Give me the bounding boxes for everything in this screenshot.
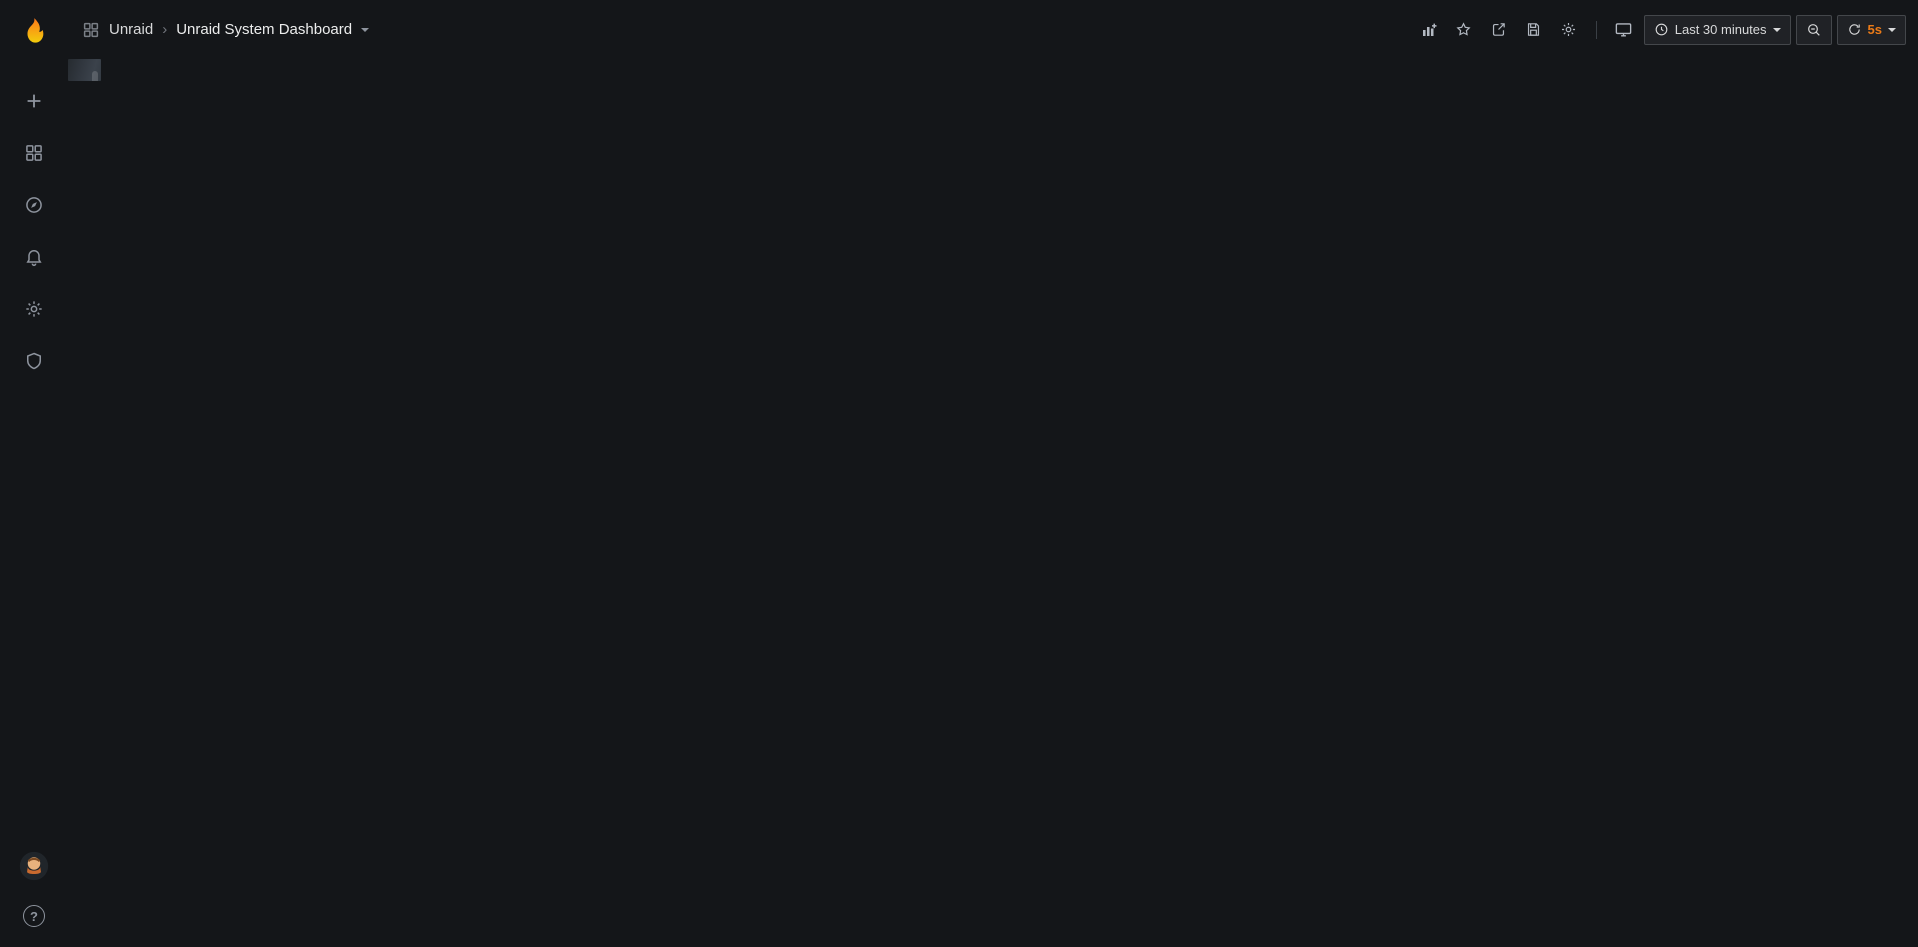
share-icon: [1490, 21, 1507, 38]
alerting-bell-icon[interactable]: [14, 240, 54, 274]
dashboard-settings-button[interactable]: [1554, 15, 1584, 45]
sidebar: ?: [0, 0, 68, 947]
explore-compass-icon[interactable]: [14, 188, 54, 222]
navbar-actions: Last 30 minutes 5s: [1414, 15, 1906, 45]
breadcrumb-separator: ›: [162, 21, 167, 38]
dashboard-dropdown-caret-icon[interactable]: [361, 28, 369, 32]
zoom-out-icon: [1806, 22, 1822, 38]
dashboard-canvas: kWh Price 0.65 Currency kr UPS Max Outpu…: [68, 59, 101, 81]
refresh-caret-icon: [1888, 28, 1896, 32]
page-scrollbar-thumb[interactable]: [92, 71, 98, 81]
flame-icon: [17, 15, 51, 49]
dashboards-icon[interactable]: [14, 136, 54, 170]
monitor-icon: [1614, 20, 1633, 39]
save-icon: [1525, 21, 1542, 38]
refresh-icon: [1847, 22, 1862, 37]
user-avatar[interactable]: [14, 849, 54, 883]
zoom-out-time-button[interactable]: [1796, 15, 1832, 45]
breadcrumb-app[interactable]: Unraid: [109, 21, 153, 38]
sidebar-bottom: ?: [14, 849, 54, 933]
refresh-button[interactable]: 5s: [1837, 15, 1906, 45]
cycle-view-button[interactable]: [1609, 15, 1639, 45]
question-mark-icon: ?: [23, 905, 45, 927]
star-icon: [1455, 21, 1472, 38]
time-range-label: Last 30 minutes: [1675, 22, 1767, 37]
sidebar-nav: [14, 84, 54, 378]
breadcrumb-dashboard-title[interactable]: Unraid System Dashboard: [176, 21, 352, 38]
server-admin-shield-icon[interactable]: [14, 344, 54, 378]
help-icon[interactable]: ?: [14, 899, 54, 933]
avatar-image: [19, 851, 49, 881]
star-dashboard-button[interactable]: [1449, 15, 1479, 45]
add-panel-icon: [1420, 21, 1438, 39]
share-dashboard-button[interactable]: [1484, 15, 1514, 45]
navbar-divider: [1596, 21, 1597, 39]
main-area: Unraid › Unraid System Dashboard: [68, 0, 1918, 947]
grafana-logo-icon[interactable]: [10, 8, 58, 56]
time-range-caret-icon: [1773, 28, 1781, 32]
grafana-app: ? Unraid › Unraid System Dashboard: [0, 0, 1918, 947]
save-dashboard-button[interactable]: [1519, 15, 1549, 45]
breadcrumb: Unraid › Unraid System Dashboard: [82, 21, 1414, 39]
dashboard-grid-icon: [82, 21, 100, 39]
gear-icon: [1560, 21, 1577, 38]
add-panel-button[interactable]: [1414, 15, 1444, 45]
time-range-button[interactable]: Last 30 minutes: [1644, 15, 1791, 45]
clock-icon: [1654, 22, 1669, 37]
navbar: Unraid › Unraid System Dashboard: [68, 0, 1918, 59]
configuration-gear-icon[interactable]: [14, 292, 54, 326]
refresh-interval-label: 5s: [1868, 22, 1882, 37]
create-plus-icon[interactable]: [14, 84, 54, 118]
